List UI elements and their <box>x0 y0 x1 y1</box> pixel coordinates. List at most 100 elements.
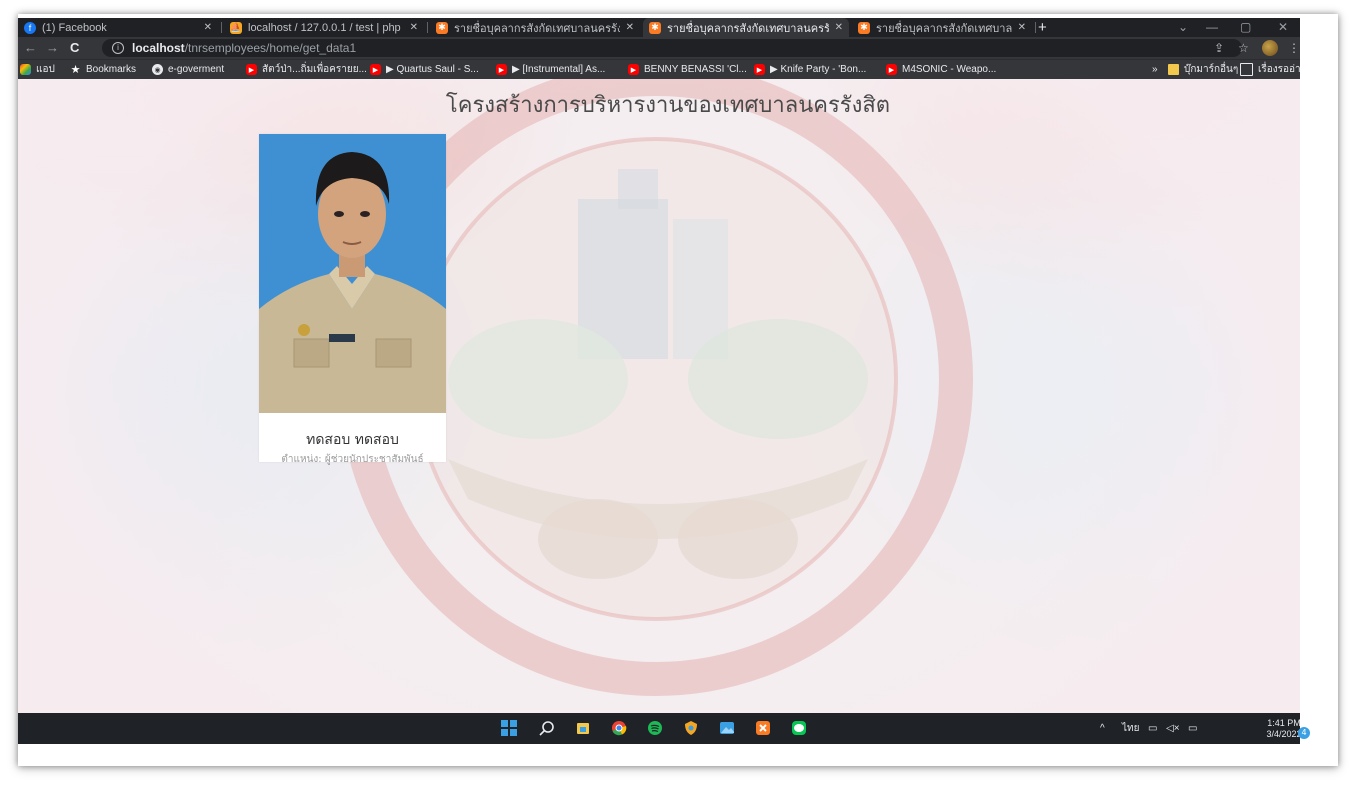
employee-photo <box>259 134 446 413</box>
url-path: /tnrsemployees/home/get_data1 <box>184 41 357 55</box>
menu-icon[interactable]: ⋮ <box>1288 37 1300 59</box>
bookmark-youtube-3[interactable]: ▶ ▶ [Instrumental] As... <box>496 60 605 79</box>
xampp-icon <box>756 721 770 735</box>
bookmark-youtube-4[interactable]: ▶ BENNY BENASSI 'Cl... <box>628 60 747 79</box>
windows-taskbar: ^ ไทย ▭ ◁× ▭ 1:41 PM 3/4/2022 <box>18 713 1300 744</box>
info-icon[interactable]: i <box>112 42 124 54</box>
star-icon: ★ <box>70 64 81 76</box>
windows-start-icon <box>501 720 517 736</box>
bookmark-label: แอป <box>36 64 55 75</box>
input-language[interactable]: ไทย <box>1122 713 1139 744</box>
close-icon[interactable]: ✕ <box>626 22 634 33</box>
xampp-icon: ✱ <box>436 21 448 34</box>
tab-divider <box>1035 22 1036 33</box>
tab-divider <box>427 22 428 33</box>
bookmark-youtube-6[interactable]: ▶ M4SONIC - Weapo... <box>886 60 996 79</box>
facebook-icon: f <box>24 21 36 34</box>
bookmark-youtube-1[interactable]: ▶ สัตว์ป่า...ถิ่มเพื่อครายย... <box>246 60 367 79</box>
network-icon[interactable]: ▭ <box>1148 713 1157 744</box>
line-button[interactable] <box>790 719 808 737</box>
reload-button[interactable]: C <box>70 37 79 59</box>
bookmarks-bar: แอป ★ Bookmarks ◉ e-goverment ▶ สัตว์ป่า… <box>18 59 1300 79</box>
close-window-button[interactable]: ✕ <box>1278 18 1288 37</box>
search-button[interactable] <box>538 719 556 737</box>
globe-icon: ◉ <box>152 64 163 75</box>
youtube-icon: ▶ <box>628 64 639 75</box>
spotify-button[interactable] <box>646 719 664 737</box>
xampp-icon: ✱ <box>858 21 870 34</box>
close-icon[interactable]: ✕ <box>1018 22 1026 33</box>
battery-icon[interactable]: ▭ <box>1188 713 1197 744</box>
chevron-up-icon[interactable]: ^ <box>1100 713 1105 744</box>
volume-icon[interactable]: ◁× <box>1166 713 1180 744</box>
browser-toolbar: ← → C i localhost /tnrsemployees/home/ge… <box>18 37 1300 59</box>
bookmark-label: e-goverment <box>168 64 225 75</box>
xampp-button[interactable] <box>754 719 772 737</box>
bookmark-youtube-5[interactable]: ▶ ▶ Knife Party - 'Bon... <box>754 60 866 79</box>
tab-employees-1[interactable]: ✱ รายชื่อบุคลากรสังกัดเทศบาลนครรังสิต ✕ <box>430 18 640 37</box>
employee-name: ทดสอบ ทดสอบ <box>306 432 399 448</box>
minimize-button[interactable]: — <box>1206 18 1218 37</box>
tab-phpmyadmin[interactable]: ⛵ localhost / 127.0.0.1 / test | php ✕ <box>224 18 424 37</box>
bookmark-label: BENNY BENASSI 'Cl... <box>644 64 747 75</box>
tab-label: (1) Facebook <box>42 21 107 34</box>
back-button[interactable]: ← <box>24 37 37 59</box>
tab-search-icon[interactable]: ⌄ <box>1178 18 1188 37</box>
tab-employees-3[interactable]: ✱ รายชื่อบุคลากรสังกัดเทศบาลนครรังสิต ✕ <box>852 18 1032 37</box>
close-icon[interactable]: ✕ <box>410 22 418 33</box>
bookmark-label: สัตว์ป่า...ถิ่มเพื่อครายย... <box>262 64 367 75</box>
employee-card[interactable]: ทดสอบ ทดสอบ ตำแหน่ง: ผู้ช่วยนักประชาสัมพ… <box>259 134 446 465</box>
bookmark-label: ▶ [Instrumental] As... <box>512 64 606 75</box>
shield-icon <box>685 721 697 735</box>
profile-avatar[interactable] <box>1262 40 1278 56</box>
reading-list-icon <box>1240 63 1253 76</box>
maximize-button[interactable]: ▢ <box>1240 18 1251 37</box>
browser-window: f (1) Facebook ✕ ⛵ localhost / 127.0.0.1… <box>18 18 1300 744</box>
tab-label: localhost / 127.0.0.1 / test | php <box>248 21 401 34</box>
bookmark-apps[interactable]: แอป <box>20 60 55 79</box>
file-explorer-button[interactable] <box>574 719 592 737</box>
close-icon[interactable]: ✕ <box>835 22 843 33</box>
vpn-button[interactable] <box>682 719 700 737</box>
bookmark-label: ▶ Knife Party - 'Bon... <box>770 64 867 75</box>
employee-position: ตำแหน่ง: ผู้ช่วยนักประชาสัมพันธ์ <box>281 454 424 465</box>
chrome-button[interactable] <box>610 719 628 737</box>
page-content: โครงสร้างการบริหารงานของเทศบาลนครรังสิต <box>18 79 1300 713</box>
tab-label: รายชื่อบุคลากรสังกัดเทศบาลนครรังสิต <box>876 22 1012 35</box>
tab-divider <box>221 22 222 33</box>
folder-icon <box>1168 64 1179 75</box>
notification-badge[interactable]: 4 <box>1298 727 1310 739</box>
page-title: โครงสร้างการบริหารงานของเทศบาลนครรังสิต <box>445 93 891 118</box>
photos-icon <box>720 722 734 734</box>
bookmark-youtube-2[interactable]: ▶ ▶ Quartus Saul - S... <box>370 60 479 79</box>
address-bar[interactable]: i localhost /tnrsemployees/home/get_data… <box>102 39 1242 57</box>
clock-date: 3/4/2022 <box>1266 729 1300 739</box>
tab-facebook[interactable]: f (1) Facebook ✕ <box>18 18 218 37</box>
close-icon[interactable]: ✕ <box>204 22 212 33</box>
search-icon <box>539 721 554 736</box>
tab-employees-active[interactable]: ✱ รายชื่อบุคลากรสังกัดเทศบาลนครรังสิต ✕ <box>643 18 849 37</box>
tab-strip: f (1) Facebook ✕ ⛵ localhost / 127.0.0.1… <box>18 18 1300 37</box>
tab-label: รายชื่อบุคลากรสังกัดเทศบาลนครรังสิต <box>454 22 620 35</box>
bookmark-label: M4SONIC - Weapo... <box>902 64 997 75</box>
bookmark-label: บุ๊กมาร์กอื่นๆ <box>1184 64 1239 75</box>
phpmyadmin-icon: ⛵ <box>230 21 242 34</box>
youtube-icon: ▶ <box>496 64 507 75</box>
bookmark-other-folder[interactable]: บุ๊กมาร์กอื่นๆ <box>1168 60 1238 79</box>
system-clock[interactable]: 1:41 PM 3/4/2022 <box>1266 718 1300 740</box>
bookmark-bookmarks[interactable]: ★ Bookmarks <box>70 60 136 79</box>
bookmarks-overflow-button[interactable]: » <box>1152 60 1158 79</box>
start-button[interactable] <box>500 719 518 737</box>
bookmark-egov[interactable]: ◉ e-goverment <box>152 60 224 79</box>
share-icon[interactable]: ⇪ <box>1214 37 1224 59</box>
line-chat-icon <box>792 721 806 735</box>
youtube-icon: ▶ <box>886 64 897 75</box>
forward-button[interactable]: → <box>46 37 59 59</box>
spotify-icon <box>648 721 662 735</box>
reading-list-button[interactable]: เรื่องรออ่าน <box>1240 60 1300 79</box>
photos-button[interactable] <box>718 719 736 737</box>
new-tab-button[interactable]: + <box>1038 18 1047 37</box>
bookmark-star-icon[interactable]: ☆ <box>1238 37 1249 59</box>
xampp-icon: ✱ <box>649 21 661 34</box>
bookmark-label: เรื่องรออ่าน <box>1258 64 1300 75</box>
